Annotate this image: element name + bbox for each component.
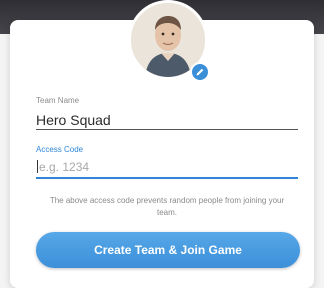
team-name-input[interactable]: Hero Squad [36, 112, 111, 128]
edit-avatar-button[interactable] [190, 62, 210, 82]
text-caret [37, 160, 38, 173]
access-code-label: Access Code [36, 145, 84, 154]
team-name-label: Team Name [36, 96, 80, 105]
access-code-input[interactable] [39, 160, 289, 174]
access-code-hint: The above access code prevents random pe… [49, 196, 285, 217]
access-code-underline [36, 177, 298, 179]
team-name-underline [36, 129, 298, 130]
pencil-icon [196, 68, 204, 76]
create-team-button[interactable]: Create Team & Join Game [36, 232, 300, 268]
